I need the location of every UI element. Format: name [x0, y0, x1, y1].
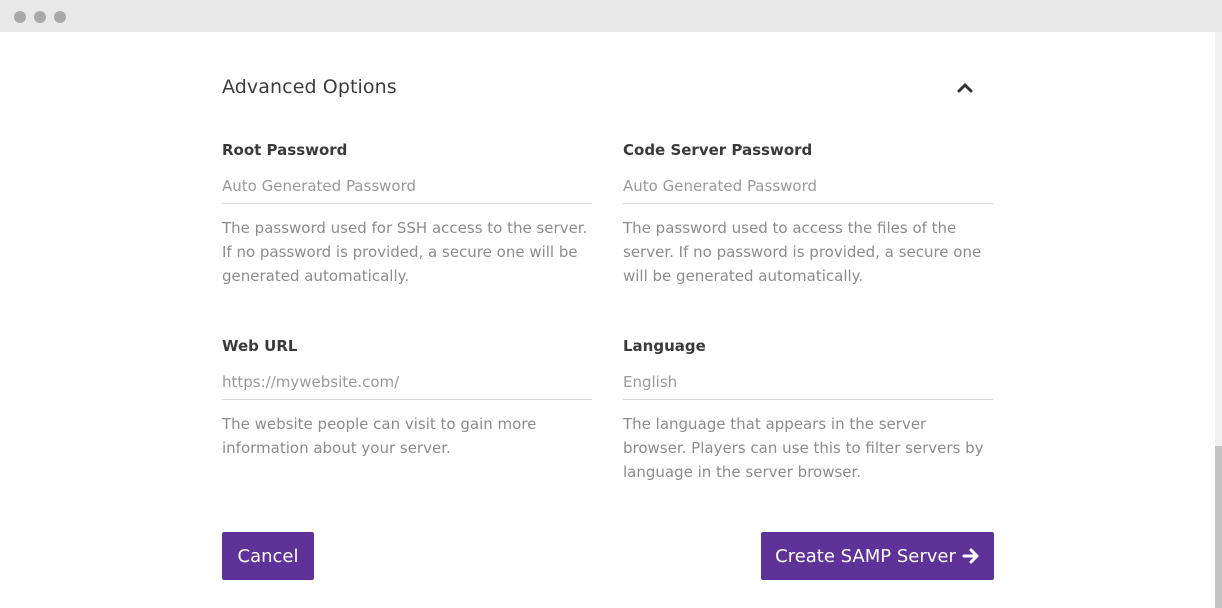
- create-samp-server-button[interactable]: Create SAMP Server: [761, 532, 994, 580]
- root-password-label: Root Password: [222, 141, 348, 159]
- arrow-right-icon: [962, 548, 980, 564]
- language-help: The language that appears in the server …: [623, 415, 984, 481]
- create-button-label: Create SAMP Server: [775, 545, 956, 567]
- maximize-dot[interactable]: [54, 11, 66, 23]
- chevron-up-icon[interactable]: [956, 80, 974, 96]
- root-password-help: The password used for SSH access to the …: [222, 219, 588, 285]
- root-password-field: Root Password The password used for SSH …: [222, 140, 592, 288]
- web-url-field: Web URL The website people can visit to …: [222, 336, 592, 460]
- section-title: Advanced Options: [222, 76, 397, 98]
- code-server-password-input[interactable]: [623, 168, 993, 204]
- code-server-password-help: The password used to access the files of…: [623, 219, 982, 285]
- language-field: Language The language that appears in th…: [623, 336, 993, 484]
- root-password-input[interactable]: [222, 168, 592, 204]
- minimize-dot[interactable]: [34, 11, 46, 23]
- code-server-password-label: Code Server Password: [623, 141, 813, 159]
- close-dot[interactable]: [14, 11, 26, 23]
- web-url-label: Web URL: [222, 337, 298, 355]
- web-url-help: The website people can visit to gain mor…: [222, 415, 537, 457]
- language-input[interactable]: [623, 364, 993, 400]
- cancel-button-label: Cancel: [237, 545, 299, 567]
- cancel-button[interactable]: Cancel: [222, 532, 314, 580]
- language-label: Language: [623, 337, 706, 355]
- code-server-password-field: Code Server Password The password used t…: [623, 140, 993, 288]
- window-titlebar: [0, 0, 1222, 32]
- scrollbar-thumb[interactable]: [1215, 446, 1222, 608]
- web-url-input[interactable]: [222, 364, 592, 400]
